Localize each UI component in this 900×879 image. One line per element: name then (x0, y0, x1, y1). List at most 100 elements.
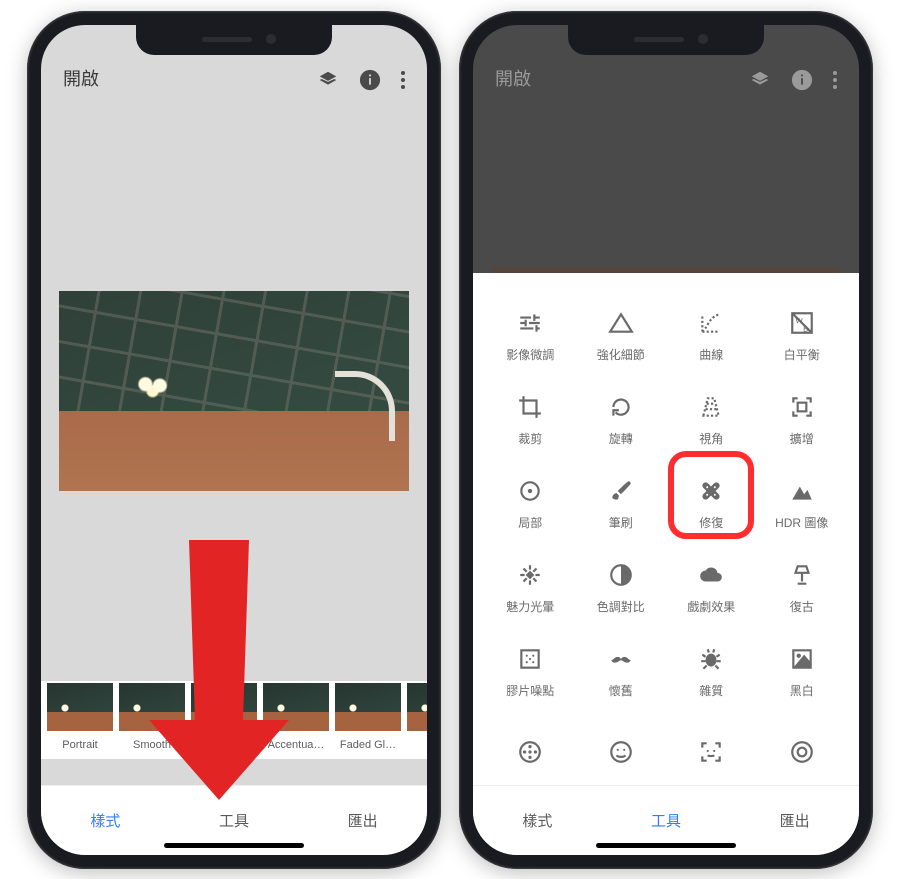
tool-hdr[interactable]: HDR 圖像 (757, 463, 848, 547)
info-icon[interactable] (359, 69, 381, 91)
tool-label: 影像微調 (506, 346, 554, 363)
wb-icon: WB (789, 310, 815, 336)
filter-item[interactable]: Portrait (47, 683, 113, 759)
tool-label: 復古 (790, 598, 814, 615)
sparkle-icon (517, 562, 543, 588)
tool-label: HDR 圖像 (775, 514, 828, 531)
tools-grid: 影像微調 強化細節 曲線 WB 白平衡 裁剪 (485, 295, 847, 767)
tab-export[interactable]: 匯出 (298, 786, 427, 855)
filter-item[interactable]: Mor (407, 683, 427, 759)
tool-label: 色調對比 (597, 598, 645, 615)
perspective-icon (698, 394, 724, 420)
bug-icon (698, 646, 724, 672)
tool-tonal[interactable]: 色調對比 (576, 547, 667, 631)
reel-icon (517, 739, 543, 765)
edited-photo (59, 291, 409, 491)
triangle-icon (608, 310, 634, 336)
home-indicator (164, 843, 304, 848)
tool-grunge[interactable]: 雜質 (666, 631, 757, 715)
filter-item[interactable]: Accentua… (263, 683, 329, 759)
tool-label: 擴增 (790, 430, 814, 447)
filter-thumb (47, 683, 113, 731)
mountain-icon (789, 478, 815, 504)
tool-perspective[interactable]: 視角 (666, 379, 757, 463)
notch (136, 25, 332, 55)
svg-text:B: B (803, 325, 808, 334)
open-button[interactable]: 開啟 (63, 65, 99, 91)
filter-thumb (263, 683, 329, 731)
topbar-actions (317, 69, 405, 91)
info-icon[interactable] (791, 69, 813, 91)
topbar-actions (749, 69, 837, 91)
tool-label: 視角 (699, 430, 723, 447)
layers-icon[interactable] (749, 69, 771, 91)
notch (568, 25, 764, 55)
curves-icon (698, 310, 724, 336)
tool-bw[interactable]: 黑白 (757, 631, 848, 715)
tool-drama[interactable]: 戲劇效果 (666, 547, 757, 631)
filter-label: Smooth (133, 739, 171, 751)
more-menu-icon[interactable] (833, 71, 837, 89)
filter-thumb (191, 683, 257, 731)
tool-label: 強化細節 (597, 346, 645, 363)
brush-icon (608, 478, 634, 504)
filter-label: op (218, 739, 230, 751)
screen-right: 開啟 影像微調 強化細節 (473, 25, 859, 855)
target-icon (517, 478, 543, 504)
tool-tune[interactable]: 影像微調 (485, 295, 576, 379)
tool-label: 懷舊 (609, 682, 633, 699)
home-indicator (596, 843, 736, 848)
expand-icon (789, 394, 815, 420)
tool-label: 戲劇效果 (687, 598, 735, 615)
double-circle-icon (789, 739, 815, 765)
filter-strip[interactable]: Portrait Smooth op Accentua… Faded Gl… M… (41, 681, 427, 759)
phone-left: 開啟 (27, 11, 441, 869)
tool-label: 曲線 (699, 346, 723, 363)
face-icon (608, 739, 634, 765)
annotation-highlight (668, 451, 754, 539)
tool-label: 筆刷 (609, 514, 633, 531)
tool-whitebalance[interactable]: WB 白平衡 (757, 295, 848, 379)
photo-canvas[interactable] (41, 103, 427, 680)
more-menu-icon[interactable] (401, 71, 405, 89)
bw-icon (789, 646, 815, 672)
cloud-icon (698, 562, 724, 588)
filter-label: Portrait (62, 739, 97, 751)
tool-label: 局部 (518, 514, 542, 531)
tool-glamour[interactable]: 魅力光暈 (485, 547, 576, 631)
open-button[interactable]: 開啟 (495, 65, 531, 91)
filter-item[interactable]: Faded Gl… (335, 683, 401, 759)
tool-rotate[interactable]: 旋轉 (576, 379, 667, 463)
filter-thumb (335, 683, 401, 731)
tool-brush[interactable]: 筆刷 (576, 463, 667, 547)
tool-grainy[interactable]: 膠片噪點 (485, 631, 576, 715)
tab-export[interactable]: 匯出 (730, 786, 859, 855)
lamp-icon (789, 562, 815, 588)
tool-crop[interactable]: 裁剪 (485, 379, 576, 463)
tool-label: 白平衡 (784, 346, 820, 363)
layers-icon[interactable] (317, 69, 339, 91)
tool-selective[interactable]: 局部 (485, 463, 576, 547)
tool-label: 膠片噪點 (506, 682, 554, 699)
filter-label: Accentua… (268, 739, 325, 751)
tool-expand[interactable]: 擴增 (757, 379, 848, 463)
tool-retrolux[interactable]: 懷舊 (576, 631, 667, 715)
tool-details[interactable]: 強化細節 (576, 295, 667, 379)
crop-icon (517, 394, 543, 420)
tab-styles[interactable]: 樣式 (41, 786, 170, 855)
tab-styles[interactable]: 樣式 (473, 786, 602, 855)
filter-item[interactable]: Smooth (119, 683, 185, 759)
tools-sheet: 影像微調 強化細節 曲線 WB 白平衡 裁剪 (473, 273, 859, 855)
rotate-icon (608, 394, 634, 420)
face-focus-icon (698, 739, 724, 765)
screen-left: 開啟 (41, 25, 427, 855)
filter-label: Faded Gl… (340, 739, 396, 751)
tool-label: 裁剪 (518, 430, 542, 447)
mustache-icon (608, 646, 634, 672)
tool-curves[interactable]: 曲線 (666, 295, 757, 379)
filter-thumb (119, 683, 185, 731)
tool-vintage[interactable]: 復古 (757, 547, 848, 631)
phone-right: 開啟 影像微調 強化細節 (459, 11, 873, 869)
tool-label: 魅力光暈 (506, 598, 554, 615)
filter-item[interactable]: op (191, 683, 257, 759)
